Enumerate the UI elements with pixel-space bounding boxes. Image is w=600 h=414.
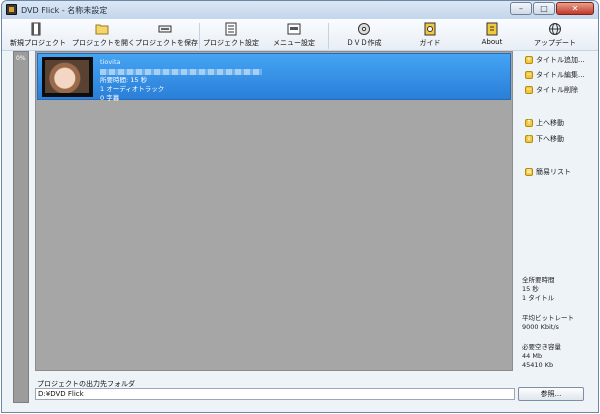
total-time-group: 全所要時間 15 秒 1 タイトル xyxy=(522,276,574,303)
move-down-label: 下へ移動 xyxy=(536,135,564,143)
size-group: 必要空き容量 44 Mb 45410 Kb xyxy=(522,343,574,370)
save-project-label: プロジェクトを保存 xyxy=(135,39,198,47)
bitrate-group: 平均ビットレート 9000 Kbit/s xyxy=(522,314,574,332)
globe-icon xyxy=(549,23,561,35)
bitrate-label: 平均ビットレート xyxy=(522,314,574,322)
guide-book-icon xyxy=(424,22,436,36)
simple-list-button[interactable]: ≡ 簡易リスト xyxy=(525,167,571,177)
total-time-value: 15 秒 xyxy=(522,285,539,293)
toolbar: 新規プロジェクト プロジェクトを開く プロジェクトを保存 プロジェクト設定 メニ… xyxy=(2,19,598,51)
simple-list-label: 簡易リスト xyxy=(536,168,571,176)
plus-icon: + xyxy=(525,56,533,64)
minus-icon: − xyxy=(525,86,533,94)
open-project-label: プロジェクトを開く xyxy=(72,39,135,47)
edit-title-label: タイトル編集... xyxy=(536,71,585,79)
toolbar-separator xyxy=(328,23,329,49)
title-subtitles: 0 字幕 xyxy=(100,94,120,102)
guide-label: ガイド xyxy=(419,39,441,47)
settings-doc-icon xyxy=(225,22,237,36)
title-list[interactable]: tiovita 所要時間: 15 秒 1 オーディオトラック 0 字幕 xyxy=(35,51,513,371)
delete-title-button[interactable]: − タイトル削除 xyxy=(525,85,578,95)
total-time-label: 全所要時間 xyxy=(522,276,555,284)
edit-title-button[interactable]: − タイトル編集... xyxy=(525,70,585,80)
add-title-button[interactable]: + タイトル追加... xyxy=(525,55,585,65)
size-label: 必要空き容量 xyxy=(522,343,561,351)
update-label: アップデート xyxy=(534,39,576,47)
window-controls: – □ ✕ xyxy=(510,2,594,15)
title-list-item[interactable]: tiovita 所要時間: 15 秒 1 オーディオトラック 0 字幕 xyxy=(37,53,511,103)
title-duration: 所要時間: 15 秒 xyxy=(100,76,148,84)
menu-icon xyxy=(287,23,301,35)
total-titles-value: 1 タイトル xyxy=(522,294,555,302)
delete-title-label: タイトル削除 xyxy=(536,86,578,94)
progress-column: 0% xyxy=(13,51,29,403)
thumbnail-image xyxy=(45,60,89,93)
title-source-path-blurred xyxy=(100,69,262,75)
project-settings-label: プロジェクト設定 xyxy=(203,39,259,47)
bitrate-value: 9000 Kbit/s xyxy=(522,323,559,331)
app-icon xyxy=(6,4,17,15)
toolbar-separator xyxy=(199,23,200,49)
size-mb-value: 44 Mb xyxy=(522,352,543,360)
create-dvd-label: ＤＶＤ作成 xyxy=(346,39,382,47)
folder-icon xyxy=(95,24,109,35)
open-project-button[interactable]: プロジェクトを開く xyxy=(72,22,135,50)
size-kb-value: 45410 Kb xyxy=(522,361,554,369)
list-icon: ≡ xyxy=(525,168,533,176)
edit-icon: − xyxy=(525,71,533,79)
update-button[interactable]: アップデート xyxy=(530,22,580,50)
arrow-up-icon: ↑ xyxy=(525,119,533,127)
minimize-button[interactable]: – xyxy=(510,2,532,15)
move-down-button[interactable]: ↓ 下へ移動 xyxy=(525,134,564,144)
move-up-button[interactable]: ↑ 上へ移動 xyxy=(525,118,564,128)
guide-button[interactable]: ガイド xyxy=(414,22,446,50)
close-button[interactable]: ✕ xyxy=(556,2,594,15)
title-thumbnail xyxy=(42,57,93,97)
title-audio-tracks: 1 オーディオトラック xyxy=(100,85,165,93)
about-icon xyxy=(486,22,498,36)
browse-button[interactable]: 参照... xyxy=(518,387,584,401)
dvd-disc-icon xyxy=(358,23,370,35)
progress-percent: 0% xyxy=(16,55,26,62)
project-stats: 全所要時間 15 秒 1 タイトル 平均ビットレート 9000 Kbit/s 必… xyxy=(522,276,574,381)
add-title-label: タイトル追加... xyxy=(536,56,585,64)
new-project-icon xyxy=(31,22,41,36)
create-dvd-button[interactable]: ＤＶＤ作成 xyxy=(339,22,389,50)
menu-settings-label: メニュー設定 xyxy=(273,39,315,47)
about-label: About xyxy=(481,38,503,46)
window-title: DVD Flick - 名称未設定 xyxy=(21,6,108,15)
about-button[interactable]: About xyxy=(476,22,508,50)
title-bar: DVD Flick - 名称未設定 – □ ✕ xyxy=(2,1,598,19)
move-up-label: 上へ移動 xyxy=(536,119,564,127)
save-project-button[interactable]: プロジェクトを保存 xyxy=(135,22,198,50)
arrow-down-icon: ↓ xyxy=(525,135,533,143)
maximize-button[interactable]: □ xyxy=(533,2,555,15)
new-project-label: 新規プロジェクト xyxy=(10,39,66,47)
new-project-button[interactable]: 新規プロジェクト xyxy=(10,22,66,50)
menu-settings-button[interactable]: メニュー設定 xyxy=(268,22,320,50)
save-icon xyxy=(158,25,172,33)
output-folder-field[interactable]: D:¥DVD Flick xyxy=(35,388,515,400)
title-info: tiovita 所要時間: 15 秒 1 オーディオトラック 0 字幕 xyxy=(100,58,262,103)
project-settings-button[interactable]: プロジェクト設定 xyxy=(203,22,259,50)
title-name: tiovita xyxy=(100,58,121,66)
